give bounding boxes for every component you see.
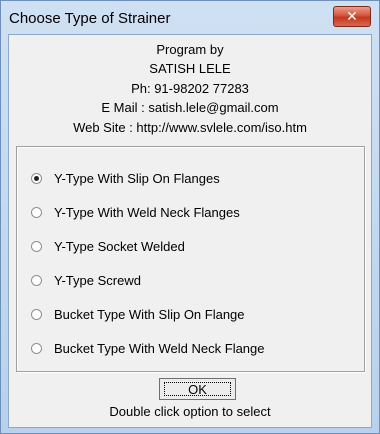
close-icon: ✕ [346,8,358,24]
radio-selected-icon[interactable] [31,172,42,184]
info-email: E Mail : satish.lele@gmail.com [101,100,279,116]
ok-label: OK [188,381,207,397]
radio-unselected-icon[interactable] [31,206,42,218]
option-bucket-weld-neck[interactable]: Bucket Type With Weld Neck Flange [31,338,265,358]
dialog-window: Choose Type of Strainer ✕ Program by SAT… [0,0,380,434]
dialog-body: Program by SATISH LELE Ph: 91-98202 7728… [8,34,372,428]
option-y-type-slip-on[interactable]: Y-Type With Slip On Flanges [31,168,220,188]
radio-unselected-icon[interactable] [31,308,42,320]
strainer-type-group: Y-Type With Slip On Flanges Y-Type With … [16,146,365,372]
close-button[interactable]: ✕ [333,6,371,27]
option-label: Y-Type Socket Welded [54,238,185,254]
author-info: Program by SATISH LELE Ph: 91-98202 7728… [9,40,371,137]
ok-focus-rect: OK [164,381,231,397]
info-author-name: SATISH LELE [149,61,231,77]
radio-unselected-icon[interactable] [31,274,42,286]
option-label: Y-Type Screwd [54,272,141,288]
hint-text: Double click option to select [109,404,271,419]
window-title: Choose Type of Strainer [9,9,171,27]
radio-unselected-icon[interactable] [31,342,42,354]
option-y-type-weld-neck[interactable]: Y-Type With Weld Neck Flanges [31,202,240,222]
option-label: Bucket Type With Slip On Flange [54,306,245,322]
title-bar[interactable]: Choose Type of Strainer ✕ [1,1,379,35]
info-website: Web Site : http://www.svlele.com/iso.htm [73,119,307,135]
info-program-by: Program by [156,42,224,57]
option-label: Y-Type With Weld Neck Flanges [54,204,240,220]
info-phone: Ph: 91-98202 77283 [131,80,249,96]
radio-unselected-icon[interactable] [31,240,42,252]
option-label: Bucket Type With Weld Neck Flange [54,340,265,356]
option-y-type-screwd[interactable]: Y-Type Screwd [31,270,141,290]
ok-button[interactable]: OK [159,378,236,400]
option-y-type-socket-welded[interactable]: Y-Type Socket Welded [31,236,185,256]
option-bucket-slip-on[interactable]: Bucket Type With Slip On Flange [31,304,245,324]
option-label: Y-Type With Slip On Flanges [54,170,220,186]
